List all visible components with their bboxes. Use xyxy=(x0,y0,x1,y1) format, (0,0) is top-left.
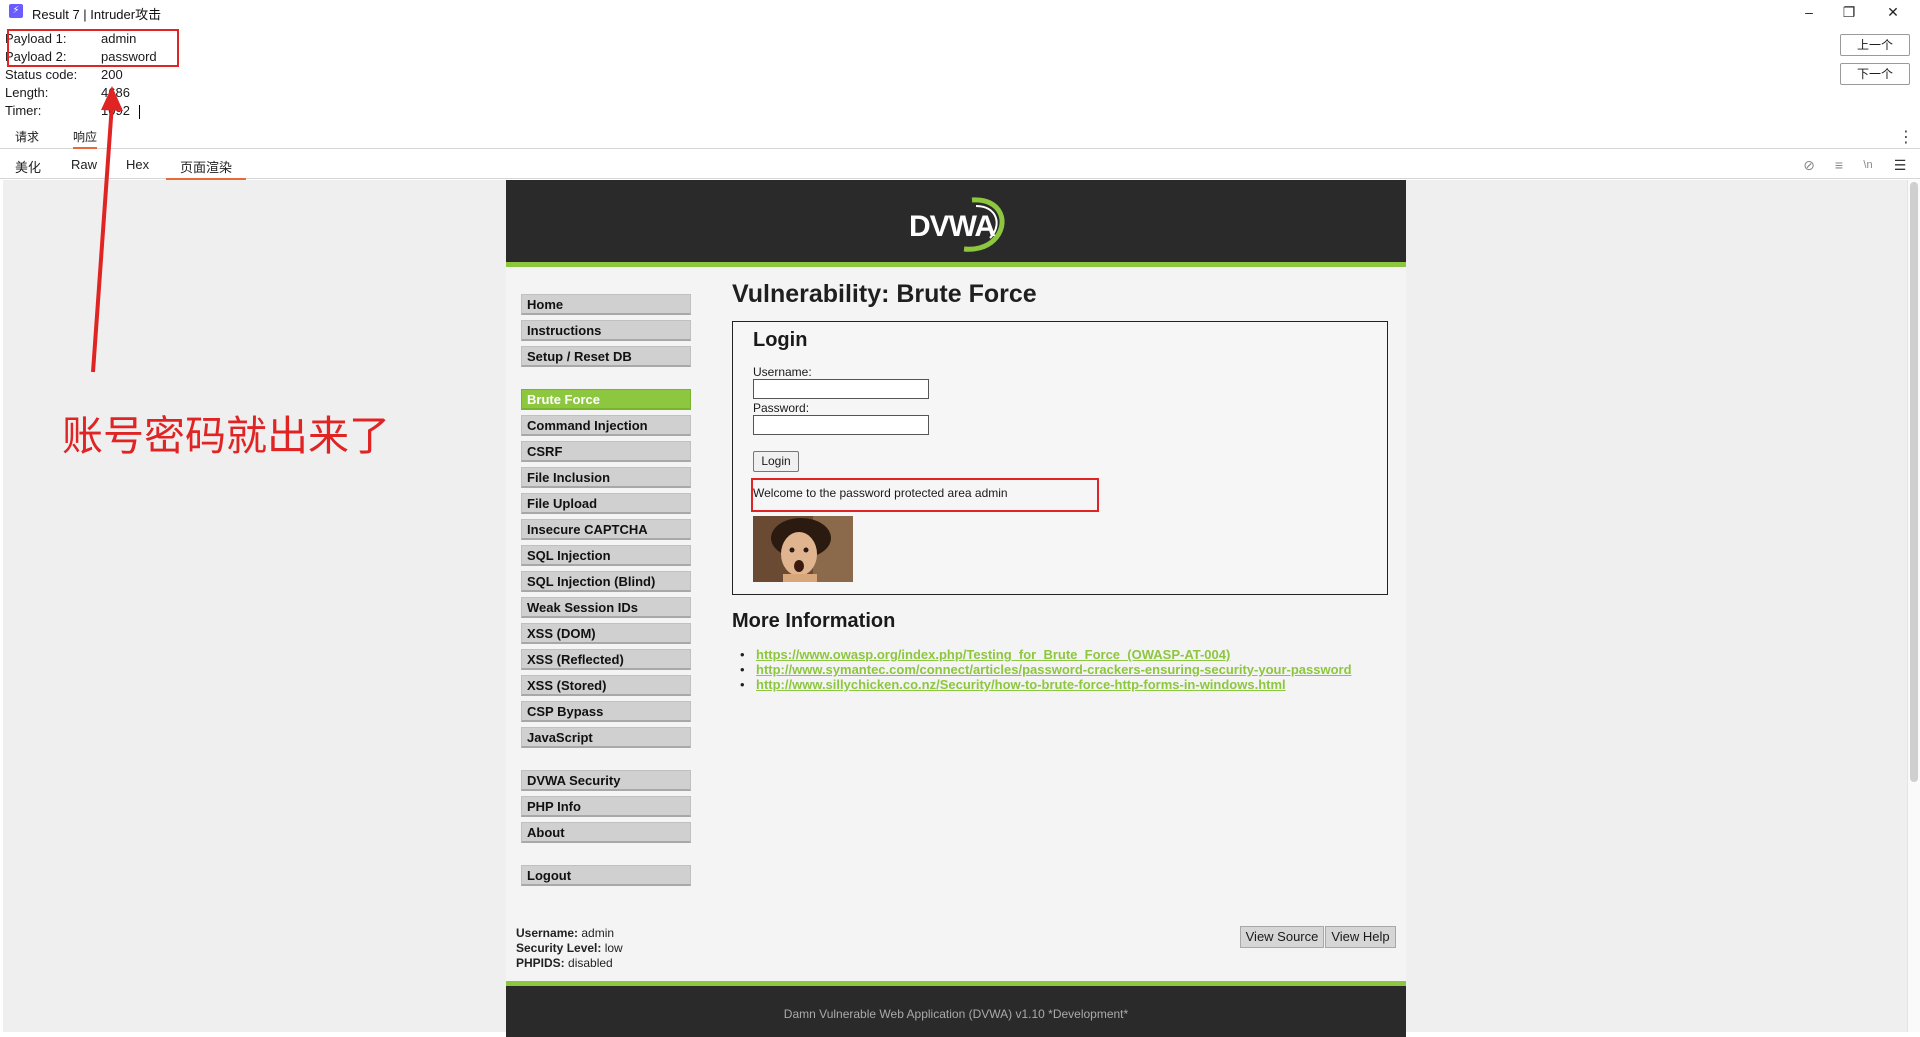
owasp-link[interactable]: https://www.owasp.org/index.php/Testing_… xyxy=(756,647,1230,662)
dvwa-footer: Damn Vulnerable Web Application (DVWA) v… xyxy=(506,981,1406,1037)
session-info: Username: admin Security Level: low PHPI… xyxy=(516,926,623,971)
session-username-label: Username: xyxy=(516,926,579,940)
login-title: Login xyxy=(753,329,808,351)
menu-item-csrf[interactable]: CSRF xyxy=(521,441,691,462)
dvwa-logo-text: DVWA xyxy=(909,210,996,243)
menu-item-php-info[interactable]: PHP Info xyxy=(521,796,691,817)
security-row: Security Level: low xyxy=(516,941,623,956)
security-level-value: low xyxy=(604,941,623,955)
payload-highlight-box xyxy=(7,29,179,67)
timer-value: 1092 xyxy=(101,103,130,118)
annotation-text: 账号密码就出来了 xyxy=(62,412,390,460)
more-options-icon[interactable]: ⋮ xyxy=(1898,127,1914,147)
session-username-value: admin xyxy=(581,926,615,940)
menu-item-weak-session-ids[interactable]: Weak Session IDs xyxy=(521,597,691,618)
more-info-links: https://www.owasp.org/index.php/Testing_… xyxy=(740,647,1352,692)
window-title: Result 7 | Intruder攻击 xyxy=(32,7,162,22)
username-input[interactable] xyxy=(753,379,929,399)
menu-item-sql-injection-blind[interactable]: SQL Injection (Blind) xyxy=(521,571,691,592)
tab-response[interactable]: 响应 xyxy=(73,128,98,149)
intruder-icon: ⚡ xyxy=(9,4,23,18)
view-source-button[interactable]: View Source xyxy=(1240,926,1324,948)
welcome-highlight-box xyxy=(751,478,1099,512)
menu-item-dvwa-security[interactable]: DVWA Security xyxy=(521,770,691,791)
list-item: http://www.symantec.com/connect/articles… xyxy=(740,662,1352,677)
status-value: 200 xyxy=(101,67,123,82)
page-title: Vulnerability: Brute Force xyxy=(732,280,1037,308)
tab-raw[interactable]: Raw xyxy=(71,157,97,172)
security-level-label: Security Level: xyxy=(516,941,602,955)
phpids-row: PHPIDS: disabled xyxy=(516,956,623,971)
avatar-photo xyxy=(753,516,853,582)
tab-hex[interactable]: Hex xyxy=(126,157,149,172)
request-response-tabs: 请求 响应 xyxy=(0,126,1920,149)
symantec-link[interactable]: http://www.symantec.com/connect/articles… xyxy=(756,662,1352,677)
menu-item-file-upload[interactable]: File Upload xyxy=(521,493,691,514)
wrap-icon[interactable]: ≡ xyxy=(1829,155,1849,175)
menu-item-xss-stored[interactable]: XSS (Stored) xyxy=(521,675,691,696)
username-label: Username: xyxy=(753,365,812,379)
minimize-icon[interactable]: – xyxy=(1794,0,1824,24)
menu-item-xss-dom[interactable]: XSS (DOM) xyxy=(521,623,691,644)
login-form: Login Username: Password: Login Welcome … xyxy=(732,321,1388,595)
response-view-tabs: 美化 Raw Hex 页面渲染 xyxy=(0,154,1920,180)
menu-item-xss-reflected[interactable]: XSS (Reflected) xyxy=(521,649,691,670)
login-button[interactable]: Login xyxy=(753,451,799,472)
status-label: Status code: xyxy=(5,67,78,82)
menu-item-instructions[interactable]: Instructions xyxy=(521,320,691,341)
menu-item-setup[interactable]: Setup / Reset DB xyxy=(521,346,691,367)
tab-request[interactable]: 请求 xyxy=(15,128,39,145)
menu-item-file-inclusion[interactable]: File Inclusion xyxy=(521,467,691,488)
more-info-title: More Information xyxy=(732,610,896,632)
menu-item-csp-bypass[interactable]: CSP Bypass xyxy=(521,701,691,722)
phpids-value: disabled xyxy=(568,956,613,970)
menu-item-home[interactable]: Home xyxy=(521,294,691,315)
newline-icon[interactable]: \n xyxy=(1858,155,1878,175)
menu-item-logout[interactable]: Logout xyxy=(521,865,691,886)
username-row: Username: admin xyxy=(516,926,623,941)
footer-text: Damn Vulnerable Web Application (DVWA) v… xyxy=(783,1007,1129,1021)
menu-item-about[interactable]: About xyxy=(521,822,691,843)
timer-label: Timer: xyxy=(5,103,42,118)
sillychicken-link[interactable]: http://www.sillychicken.co.nz/Security/h… xyxy=(756,677,1286,692)
next-button[interactable]: 下一个 xyxy=(1840,63,1910,85)
hide-icon[interactable]: ⊘ xyxy=(1799,155,1819,175)
scrollbar-thumb[interactable] xyxy=(1910,182,1918,782)
view-help-button[interactable]: View Help xyxy=(1325,926,1396,948)
tab-pretty[interactable]: 美化 xyxy=(15,157,41,176)
close-icon[interactable]: ✕ xyxy=(1878,0,1908,24)
menu-item-sql-injection[interactable]: SQL Injection xyxy=(521,545,691,566)
user-avatar-image xyxy=(753,516,853,582)
password-input[interactable] xyxy=(753,415,929,435)
password-label: Password: xyxy=(753,401,810,415)
length-value: 4686 xyxy=(101,85,130,100)
phpids-label: PHPIDS: xyxy=(516,956,565,970)
dvwa-page: DVWA Home Instructions Setup / Reset DB … xyxy=(506,180,1406,1037)
previous-button[interactable]: 上一个 xyxy=(1840,34,1910,56)
menu-item-command-injection[interactable]: Command Injection xyxy=(521,415,691,436)
length-label: Length: xyxy=(5,85,49,100)
dvwa-logo: DVWA xyxy=(902,194,1012,256)
dvwa-header: DVWA xyxy=(506,180,1406,267)
tab-render[interactable]: 页面渲染 xyxy=(166,157,247,180)
text-caret xyxy=(139,105,140,119)
menu-item-javascript[interactable]: JavaScript xyxy=(521,727,691,748)
menu-item-insecure-captcha[interactable]: Insecure CAPTCHA xyxy=(521,519,691,540)
restore-icon[interactable]: ❐ xyxy=(1834,0,1864,24)
menu-item-brute-force[interactable]: Brute Force xyxy=(521,389,691,410)
title-bar: ⚡ Result 7 | Intruder攻击 – ❐ ✕ xyxy=(0,0,1920,24)
list-item: https://www.owasp.org/index.php/Testing_… xyxy=(740,647,1352,662)
list-item: http://www.sillychicken.co.nz/Security/h… xyxy=(740,677,1352,692)
menu-icon[interactable]: ☰ xyxy=(1890,155,1910,175)
